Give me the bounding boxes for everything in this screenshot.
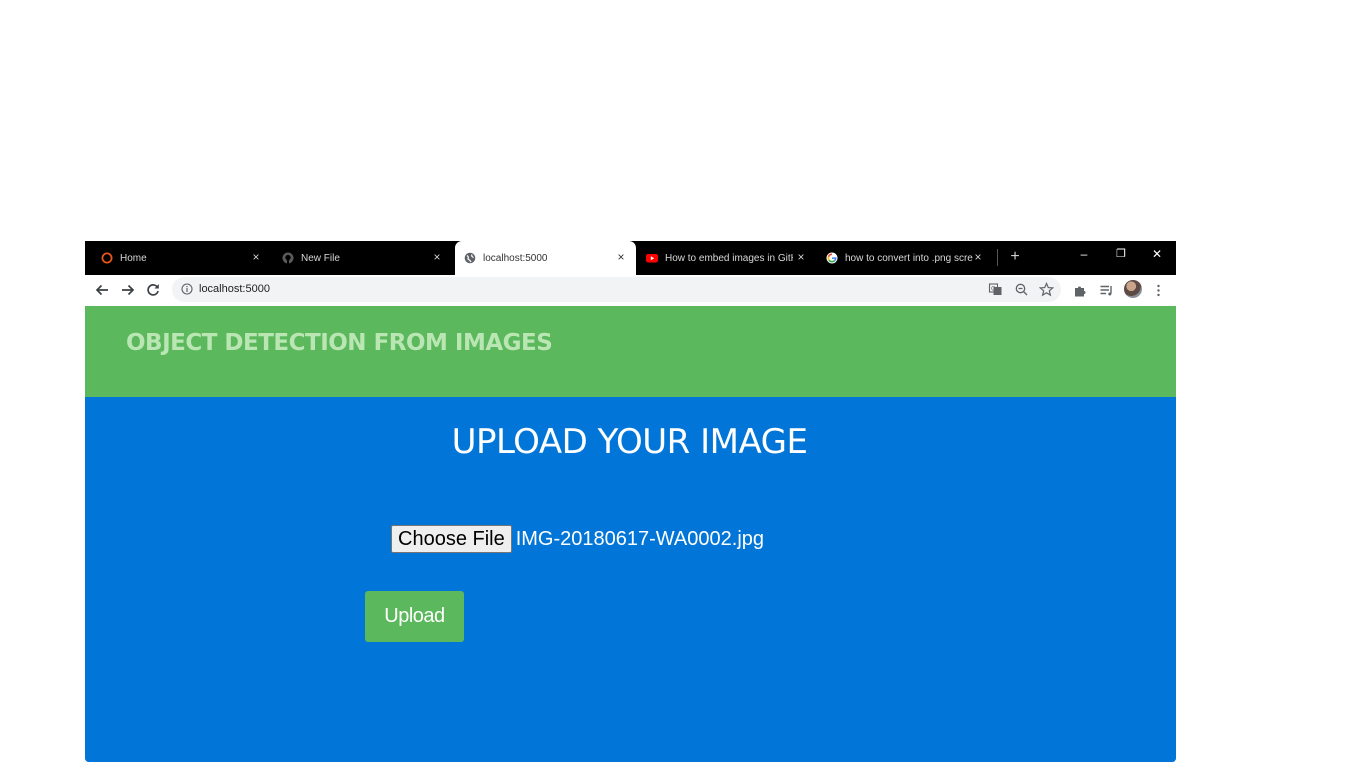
info-icon[interactable]: [181, 283, 193, 295]
tab-title: localhost:5000: [483, 252, 548, 264]
forward-arrow-icon[interactable]: [119, 281, 137, 299]
restore-icon[interactable]: ❐: [1113, 247, 1129, 261]
translate-icon[interactable]: G: [988, 282, 1003, 297]
close-tab-icon[interactable]: ×: [614, 250, 628, 264]
file-input[interactable]: Choose File IMG-20180617-WA0002.jpg: [391, 525, 764, 553]
address-url: localhost:5000: [199, 283, 270, 295]
tab-title: How to embed images in GitH: [665, 252, 793, 264]
youtube-icon: [646, 254, 658, 263]
opera-icon: [101, 252, 113, 264]
tab-title: how to convert into .png scre: [845, 252, 973, 264]
tab-youtube[interactable]: How to embed images in GitH ×: [636, 241, 816, 275]
extensions-puzzle-icon[interactable]: [1073, 283, 1088, 298]
browser-window: Home × New File × localhost:5000 × How t…: [85, 241, 1176, 762]
page-header: OBJECT DETECTION FROM IMAGES: [85, 306, 1176, 397]
tab-home[interactable]: Home ×: [85, 241, 271, 275]
more-menu-icon[interactable]: [1151, 283, 1166, 298]
upload-heading: UPLOAD YOUR IMAGE: [451, 422, 808, 462]
close-tab-icon[interactable]: ×: [430, 250, 444, 264]
page-title: OBJECT DETECTION FROM IMAGES: [126, 330, 553, 356]
close-window-icon[interactable]: ✕: [1149, 247, 1165, 261]
profile-avatar[interactable]: [1124, 280, 1142, 298]
address-bar[interactable]: localhost:5000 G: [172, 277, 1061, 302]
tab-localhost[interactable]: localhost:5000 ×: [455, 241, 636, 275]
tab-strip: Home × New File × localhost:5000 × How t…: [85, 241, 1176, 275]
media-playlist-icon[interactable]: [1099, 283, 1114, 298]
page-content: OBJECT DETECTION FROM IMAGES UPLOAD YOUR…: [85, 306, 1176, 762]
svg-text:G: G: [991, 286, 996, 293]
back-arrow-icon[interactable]: [93, 281, 111, 299]
tab-google-search[interactable]: how to convert into .png scre ×: [816, 241, 996, 275]
choose-file-button[interactable]: Choose File: [391, 525, 512, 553]
globe-icon: [464, 252, 476, 264]
zoom-out-icon[interactable]: [1014, 282, 1029, 297]
close-tab-icon[interactable]: ×: [249, 250, 263, 264]
reload-icon[interactable]: [144, 281, 162, 299]
new-tab-icon[interactable]: +: [1007, 249, 1023, 265]
close-tab-icon[interactable]: ×: [971, 250, 985, 264]
google-icon: [826, 252, 838, 264]
tab-title: Home: [120, 252, 147, 264]
close-tab-icon[interactable]: ×: [794, 250, 808, 264]
selected-file-name: IMG-20180617-WA0002.jpg: [515, 527, 765, 550]
tab-separator: [997, 249, 998, 266]
tab-new-file[interactable]: New File ×: [271, 241, 452, 275]
github-icon: [282, 252, 294, 264]
browser-toolbar: localhost:5000 G: [85, 275, 1176, 306]
tab-title: New File: [301, 252, 340, 264]
upload-button[interactable]: Upload: [365, 591, 464, 642]
bookmark-star-icon[interactable]: [1039, 282, 1054, 297]
minimize-icon[interactable]: –: [1076, 247, 1092, 261]
